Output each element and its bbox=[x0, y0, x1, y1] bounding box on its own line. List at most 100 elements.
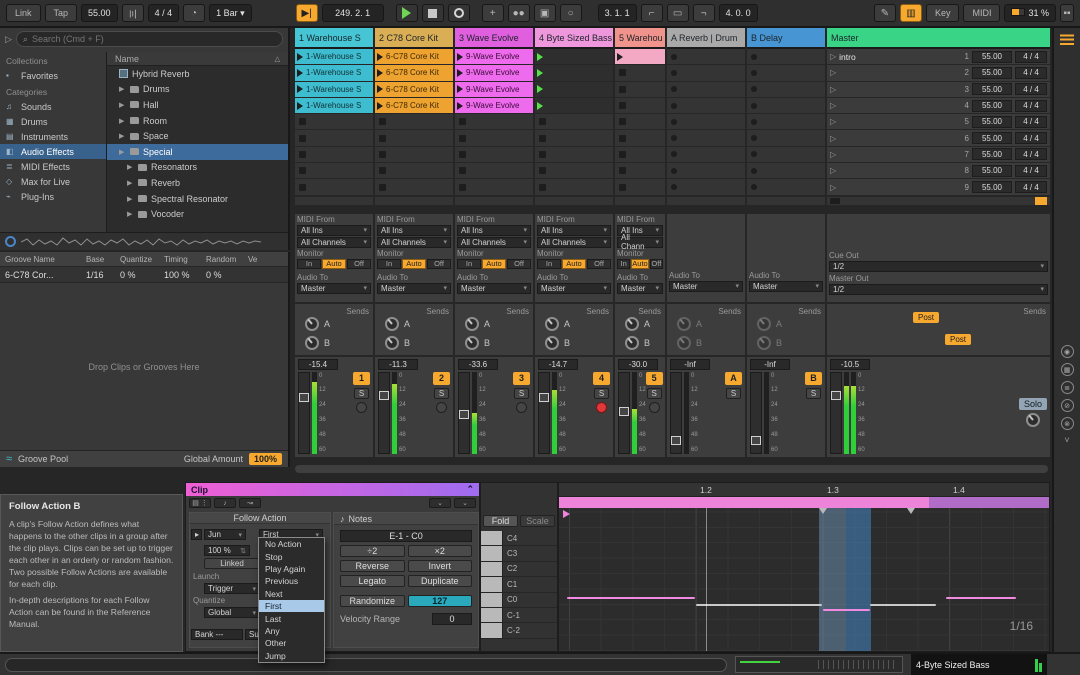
clip-stop-button[interactable] bbox=[619, 86, 626, 93]
browser-collapse-icon[interactable]: ▷ bbox=[5, 34, 12, 45]
expand-tab-icon[interactable]: ⌄ bbox=[429, 498, 451, 508]
clip-play-icon[interactable] bbox=[537, 102, 543, 110]
back-to-arrangement-button[interactable] bbox=[1035, 197, 1047, 205]
category-item-drums[interactable]: ▦Drums bbox=[0, 114, 106, 129]
clip-slot-dot[interactable] bbox=[671, 184, 677, 190]
fader-handle[interactable] bbox=[671, 436, 681, 445]
col-timing[interactable]: Timing bbox=[164, 255, 206, 264]
menu-item-first[interactable]: First bbox=[259, 600, 324, 612]
scene-tempo[interactable]: 55.00 bbox=[972, 116, 1012, 128]
send-b-post-toggle[interactable]: Post bbox=[945, 334, 971, 345]
clip-slot[interactable]: 1-Warehouse S bbox=[295, 49, 373, 64]
empty-clip-slot[interactable] bbox=[615, 147, 665, 162]
follow-action-toggle[interactable]: ▸ bbox=[191, 529, 202, 540]
send-knob-a[interactable] bbox=[757, 317, 771, 331]
groove-random[interactable]: 0 % bbox=[206, 270, 248, 280]
arm-button[interactable] bbox=[356, 402, 367, 413]
key-cap[interactable] bbox=[481, 608, 503, 622]
expand-arrow-icon[interactable]: ▶ bbox=[127, 210, 134, 218]
send-knob-a[interactable] bbox=[385, 317, 399, 331]
clip-slot[interactable]: 6-C78 Core Kit bbox=[375, 82, 453, 97]
scene-play-icon[interactable]: ▷ bbox=[830, 52, 836, 61]
status-message-field[interactable] bbox=[5, 658, 727, 672]
menu-item-jump[interactable]: Jump bbox=[259, 650, 324, 662]
clip-stop-button[interactable] bbox=[619, 167, 626, 174]
piano-key-c-2[interactable]: C-2 bbox=[481, 623, 557, 638]
clip-slot-dot[interactable] bbox=[751, 86, 757, 92]
clip-play-icon[interactable] bbox=[457, 85, 463, 93]
solo-button[interactable]: S bbox=[434, 388, 449, 399]
clip-stop-button[interactable] bbox=[379, 167, 386, 174]
arm-button[interactable] bbox=[516, 402, 527, 413]
clip-play-icon[interactable] bbox=[297, 85, 303, 93]
empty-clip-slot[interactable] bbox=[667, 98, 745, 113]
category-item-midi-effects[interactable]: ≣MIDI Effects bbox=[0, 159, 106, 174]
fader-handle[interactable] bbox=[379, 391, 389, 400]
groove-name[interactable]: 6-C78 Cor... bbox=[0, 270, 86, 280]
empty-clip-slot[interactable] bbox=[295, 114, 373, 129]
clip-slot-dot[interactable] bbox=[671, 54, 677, 60]
clip-slot[interactable]: 6-C78 Core Kit bbox=[375, 49, 453, 64]
capture-midi-button[interactable]: ●● bbox=[508, 4, 530, 22]
track-header[interactable]: 3 Wave Evolve bbox=[455, 28, 533, 49]
quantization-chooser[interactable]: 1 Bar ▾ bbox=[209, 4, 252, 22]
clip-slot-dot[interactable] bbox=[751, 54, 757, 60]
clip-slot[interactable]: 1-Warehouse S bbox=[295, 82, 373, 97]
metronome-icon[interactable]: ◔ bbox=[183, 4, 205, 22]
empty-clip-slot[interactable] bbox=[667, 49, 745, 64]
monitor-in-button[interactable]: In bbox=[297, 259, 321, 269]
empty-clip-slot[interactable] bbox=[747, 147, 825, 162]
midi-map-button[interactable]: MIDI bbox=[963, 4, 1000, 22]
empty-clip-slot[interactable] bbox=[295, 147, 373, 162]
expand-tab-icon-2[interactable]: ⌄ bbox=[454, 498, 476, 508]
tree-item-spectral-resonator[interactable]: ▶Spectral Resonator bbox=[107, 191, 288, 207]
clip-slot-dot[interactable] bbox=[671, 103, 677, 109]
input-chooser[interactable]: All Ins▾ bbox=[297, 225, 371, 236]
velocity-range-field[interactable]: 0 bbox=[432, 613, 472, 625]
clip-slot-dot[interactable] bbox=[751, 168, 757, 174]
monitor-auto-button[interactable]: Auto bbox=[402, 259, 426, 269]
invert-button[interactable]: Invert bbox=[408, 560, 473, 572]
piano-key-c0[interactable]: C0 bbox=[481, 593, 557, 608]
clip-stop-button[interactable] bbox=[299, 184, 306, 191]
empty-clip-slot[interactable] bbox=[615, 82, 665, 97]
volume-value[interactable]: -Inf bbox=[670, 359, 710, 370]
clip-slot[interactable] bbox=[535, 82, 613, 97]
time-signature-field[interactable]: 4 / 4 bbox=[148, 4, 180, 22]
bank-chooser[interactable]: Bank --- bbox=[191, 629, 243, 640]
tree-item-resonators[interactable]: ▶Resonators bbox=[107, 160, 288, 176]
scene-play-icon[interactable]: ▷ bbox=[830, 183, 836, 192]
col-base[interactable]: Base bbox=[86, 255, 120, 264]
arrangement-position-field[interactable]: 249. 2. 1 bbox=[322, 4, 384, 22]
empty-clip-slot[interactable] bbox=[535, 163, 613, 178]
scene-tempo[interactable]: 55.00 bbox=[972, 148, 1012, 160]
clip-stop-button[interactable] bbox=[619, 151, 626, 158]
channel-chooser[interactable]: All Channels▾ bbox=[457, 237, 531, 248]
double-time-button[interactable]: ×2 bbox=[408, 545, 473, 557]
legato-button[interactable]: Legato bbox=[340, 575, 405, 587]
loop-bar[interactable] bbox=[559, 497, 1049, 508]
fader-handle[interactable] bbox=[459, 410, 469, 419]
send-knob-a[interactable] bbox=[677, 317, 691, 331]
arm-button[interactable] bbox=[649, 402, 660, 413]
clip-slot[interactable]: 9-Wave Evolve bbox=[455, 49, 533, 64]
expand-arrow-icon[interactable]: ▶ bbox=[127, 195, 134, 203]
clip-stop-button[interactable] bbox=[619, 135, 626, 142]
empty-clip-slot[interactable] bbox=[615, 114, 665, 129]
piano-key-c3[interactable]: C3 bbox=[481, 546, 557, 561]
expand-arrow-icon[interactable]: ▶ bbox=[119, 101, 126, 109]
volume-fader[interactable] bbox=[670, 372, 682, 454]
scene-time-signature[interactable]: 4 / 4 bbox=[1015, 83, 1047, 95]
clip-slot[interactable] bbox=[615, 49, 665, 64]
groove-timing[interactable]: 100 % bbox=[164, 270, 206, 280]
empty-clip-slot[interactable] bbox=[375, 114, 453, 129]
loop-length-field[interactable]: 4. 0. 0 bbox=[719, 4, 758, 22]
clip-slot[interactable]: 6-C78 Core Kit bbox=[375, 98, 453, 113]
randomize-button[interactable]: Randomize bbox=[340, 595, 405, 607]
monitor-in-button[interactable]: In bbox=[457, 259, 481, 269]
search-box[interactable]: ⌕ bbox=[16, 31, 283, 47]
empty-clip-slot[interactable] bbox=[747, 163, 825, 178]
track-header[interactable]: 2 C78 Core Kit bbox=[375, 28, 453, 49]
tempo-field[interactable]: 55.00 bbox=[81, 4, 118, 22]
tree-item-vocoder[interactable]: ▶Vocoder bbox=[107, 206, 288, 222]
